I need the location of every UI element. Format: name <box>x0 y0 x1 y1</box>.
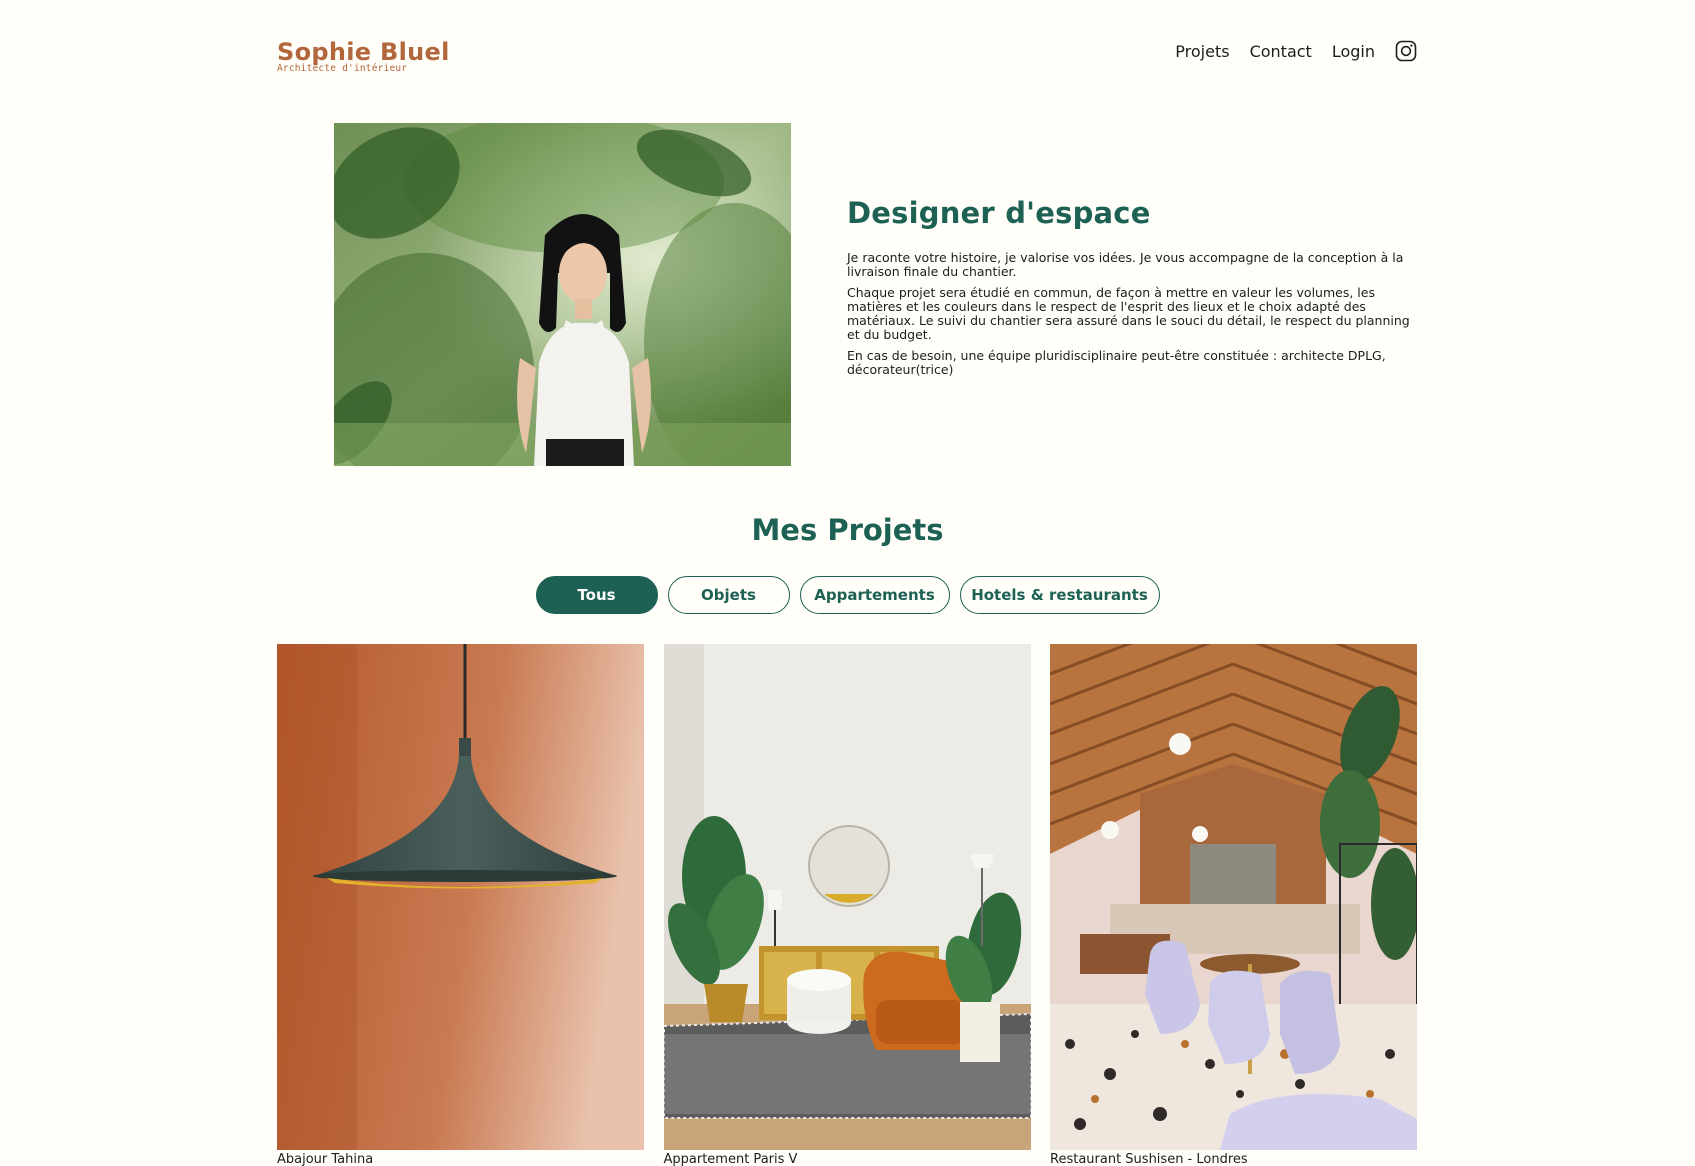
filter-objets[interactable]: Objets <box>667 576 790 614</box>
project-image-restaurant[interactable] <box>1050 644 1417 1150</box>
filter-hotels-restaurants[interactable]: Hotels & restaurants <box>959 576 1160 614</box>
instagram-icon[interactable] <box>1395 40 1417 62</box>
nav-login[interactable]: Login <box>1332 42 1375 61</box>
project-caption: Restaurant Sushisen - Londres <box>1050 1152 1248 1166</box>
filter-bar: Tous Objets Appartements Hotels & restau… <box>0 576 1695 614</box>
intro-paragraphs: Je raconte votre histoire, je valorise v… <box>847 251 1419 377</box>
logo-title: Sophie Bluel <box>277 38 450 66</box>
filter-tous[interactable]: Tous <box>535 576 658 614</box>
intro-title: Designer d'espace <box>847 196 1151 230</box>
intro-section: Designer d'espace Je raconte votre histo… <box>847 193 1419 384</box>
intro-paragraph: Je raconte votre histoire, je valorise v… <box>847 250 1404 279</box>
project-card[interactable]: Abajour Tahina <box>277 644 644 1166</box>
nav-contact[interactable]: Contact <box>1250 42 1312 61</box>
filter-appartements[interactable]: Appartements <box>799 576 950 614</box>
intro-paragraph: En cas de besoin, une équipe pluridiscip… <box>847 348 1386 377</box>
project-gallery: Abajour Tahina Appartement Paris V Resta… <box>277 644 1417 1166</box>
intro-paragraph: Chaque projet sera étudié en commun, de … <box>847 285 1410 342</box>
project-caption: Abajour Tahina <box>277 1152 374 1166</box>
main-nav: Projets Contact Login <box>1155 40 1417 62</box>
nav-projets[interactable]: Projets <box>1175 42 1229 61</box>
project-card[interactable]: Appartement Paris V <box>663 644 1031 1166</box>
projects-title: Mes Projets <box>751 513 944 547</box>
project-image-apartment[interactable] <box>663 644 1031 1150</box>
site-header: Sophie Bluel Architecte d'intérieur Proj… <box>277 38 1417 78</box>
project-image-lamp[interactable] <box>277 644 644 1150</box>
project-caption: Appartement Paris V <box>663 1152 798 1166</box>
designer-portrait-photo <box>334 123 791 466</box>
logo[interactable]: Sophie Bluel Architecte d'intérieur <box>277 38 450 74</box>
project-card[interactable]: Restaurant Sushisen - Londres <box>1050 644 1417 1166</box>
